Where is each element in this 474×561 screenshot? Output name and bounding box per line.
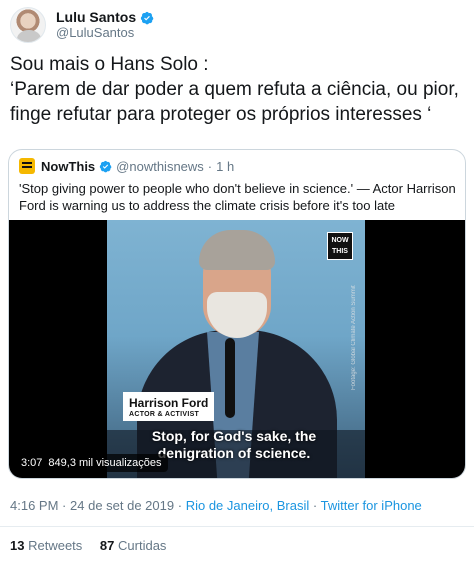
divider [0, 526, 474, 527]
tweet-line: Sou mais o Hans Solo : [10, 54, 209, 75]
tweet-text: Sou mais o Hans Solo : ‘Parem de dar pod… [10, 52, 468, 127]
tweet-line: finge refutar para proteger os próprios … [10, 104, 432, 125]
quoted-tweet-card[interactable]: NowThis @nowthisnews · 1 h 'Stop giving … [8, 149, 466, 479]
retweets-count: 13 [10, 538, 25, 553]
location-link[interactable]: Rio de Janeiro, Brasil [186, 498, 310, 513]
nowthis-avatar-icon [19, 158, 35, 174]
lower-third-role: ACTOR & ACTIVIST [129, 411, 200, 418]
quoted-author-handle: @nowthisnews [116, 158, 204, 174]
retweets-stat[interactable]: 13 Retweets [10, 538, 82, 553]
footage-credit: Footage: Global Climate Action Summit [351, 285, 357, 390]
source-link[interactable]: Twitter for iPhone [321, 498, 422, 513]
microphone [225, 338, 235, 418]
dot-separator: · [62, 498, 67, 513]
dot-separator: · [312, 498, 318, 513]
dot-separator: · [177, 498, 183, 513]
watermark-line: NOW [331, 237, 349, 244]
lower-third: Harrison Ford ACTOR & ACTIVIST [123, 392, 215, 421]
likes-label: Curtidas [118, 538, 167, 553]
verified-badge-icon [99, 160, 112, 172]
speaker-hair [199, 230, 275, 270]
likes-count: 87 [99, 538, 115, 553]
avatar[interactable] [10, 7, 46, 43]
author-name-text: Lulu Santos [56, 9, 137, 26]
author-names: Lulu Santos @LuluSantos [56, 9, 154, 40]
tweet-header: Lulu Santos @LuluSantos [10, 6, 154, 44]
verified-badge-icon [141, 11, 154, 24]
retweets-label: Retweets [28, 538, 83, 553]
video-views: 849,3 mil visualizações [48, 457, 162, 469]
video-duration: 3:07 [21, 457, 43, 469]
video-stats-overlay: 3:07 849,3 mil visualizações [15, 454, 168, 472]
engagement-stats: 13 Retweets 87 Curtidas [10, 538, 166, 553]
author-handle[interactable]: @LuluSantos [56, 25, 154, 41]
video-player[interactable]: NOW THIS Harrison Ford ACTOR & ACTIVIST … [9, 220, 465, 478]
lower-third-name: Harrison Ford [129, 396, 209, 410]
watermark-line: THIS [332, 248, 348, 255]
tweet-line: ‘Parem de dar poder a quem refuta a ciên… [10, 79, 459, 100]
quoted-tweet-header: NowThis @nowthisnews · 1 h [19, 158, 234, 174]
likes-stat[interactable]: 87 Curtidas [100, 538, 167, 553]
tweet-meta: 4:16 PM · 24 de set de 2019 · Rio de Jan… [10, 498, 422, 513]
dot-separator: · [207, 158, 213, 174]
quoted-author-name: NowThis [41, 158, 96, 174]
quoted-age: 1 h [216, 158, 235, 174]
quoted-tweet-text: 'Stop giving power to people who don't b… [19, 181, 456, 213]
tweet-date[interactable]: 24 de set de 2019 [70, 498, 174, 513]
tweet-time[interactable]: 4:16 PM [10, 498, 58, 513]
author-display-name[interactable]: Lulu Santos [56, 9, 154, 25]
nowthis-watermark-logo: NOW THIS [327, 232, 353, 260]
